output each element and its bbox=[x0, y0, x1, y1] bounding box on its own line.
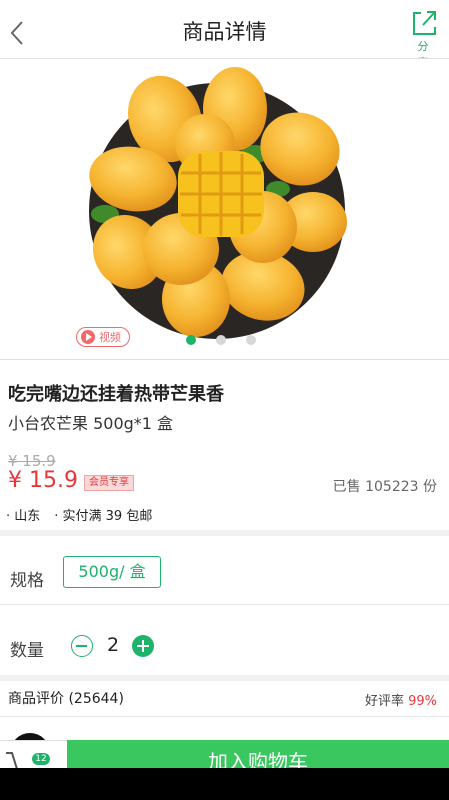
current-price: ¥ 15.9 bbox=[8, 468, 78, 493]
bottom-action-bar: 12 加入购物车 bbox=[0, 740, 449, 770]
carousel-indicator bbox=[186, 335, 256, 345]
spec-label: 规格 bbox=[10, 571, 44, 591]
carousel-dot[interactable] bbox=[186, 335, 196, 345]
product-title: 吃完嘴边还挂着热带芒果香 bbox=[8, 384, 224, 405]
share-icon bbox=[413, 11, 436, 35]
system-bar bbox=[0, 768, 449, 800]
sold-count: 已售 105223 份 bbox=[332, 479, 437, 495]
section-divider bbox=[0, 530, 449, 536]
cart-button[interactable]: 12 bbox=[0, 740, 67, 770]
video-badge[interactable]: 视频 bbox=[76, 327, 130, 347]
video-label: 视频 bbox=[99, 331, 121, 344]
carousel-dot[interactable] bbox=[246, 335, 256, 345]
cart-count-badge: 12 bbox=[32, 753, 50, 765]
quantity-label: 数量 bbox=[10, 641, 44, 661]
header-bar: 商品详情 分 享 bbox=[0, 0, 449, 69]
spec-option[interactable]: 500g/ 盒 bbox=[63, 556, 161, 588]
row-divider bbox=[0, 716, 449, 717]
positive-rating: 好评率 99% bbox=[365, 690, 437, 709]
section-divider bbox=[0, 675, 449, 681]
carousel-dot[interactable] bbox=[216, 335, 226, 345]
add-to-cart-button[interactable]: 加入购物车 bbox=[67, 740, 449, 768]
rating-value: 99% bbox=[408, 694, 437, 709]
shipping-tags: · 山东 · 实付满 39 包邮 bbox=[6, 505, 152, 524]
member-badge: 会员专享 bbox=[84, 475, 134, 491]
origin-tag: · 山东 bbox=[6, 509, 41, 524]
play-icon bbox=[81, 330, 95, 344]
quantity-value: 2 bbox=[107, 634, 120, 656]
share-button[interactable]: 分 享 bbox=[409, 8, 439, 69]
mango-plate-image bbox=[89, 67, 347, 339]
quantity-increase-button[interactable] bbox=[132, 635, 154, 657]
free-shipping-tag: · 实付满 39 包邮 bbox=[54, 509, 153, 524]
product-subtitle: 小台农芒果 500g*1 盒 bbox=[8, 414, 174, 433]
page-title: 商品详情 bbox=[182, 20, 267, 44]
review-count[interactable]: 商品评价 (25644) bbox=[8, 688, 124, 708]
quantity-decrease-button[interactable] bbox=[71, 635, 93, 657]
row-divider bbox=[0, 604, 449, 605]
product-image-carousel[interactable]: 视频 bbox=[0, 58, 449, 360]
rating-label: 好评率 bbox=[364, 694, 409, 709]
